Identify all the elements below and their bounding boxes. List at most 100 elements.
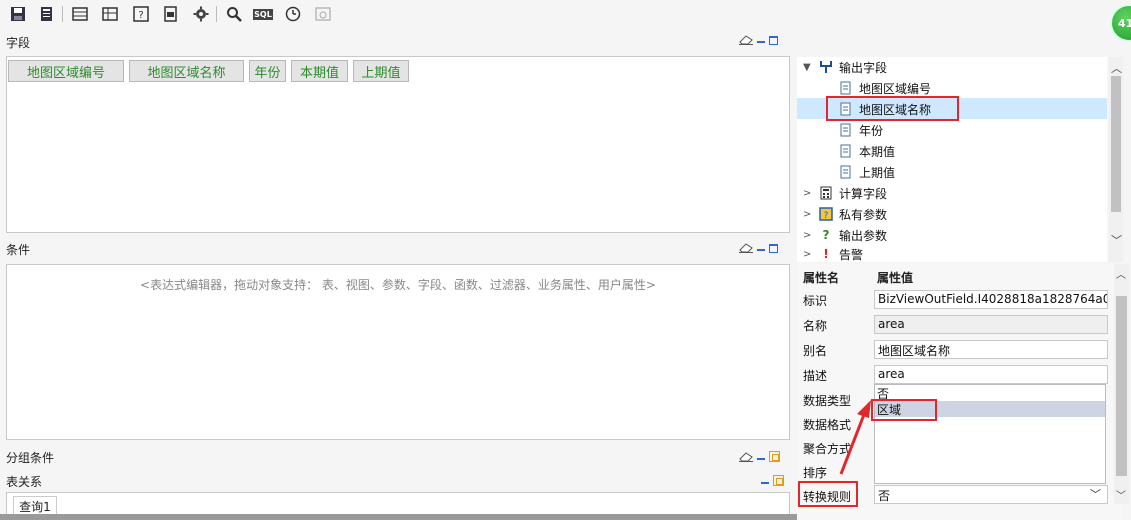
gear-icon[interactable] <box>191 4 211 24</box>
field-chip-year[interactable]: 年份 <box>249 60 286 82</box>
group-section-title: 分组条件 <box>6 451 55 465</box>
chevron-up-icon[interactable]: ︿ <box>1111 60 1122 76</box>
maximize-icon[interactable] <box>769 35 778 45</box>
save-icon[interactable] <box>8 4 28 24</box>
eraser-icon[interactable] <box>739 243 753 253</box>
tree-node-output-fields[interactable]: 输出字段 <box>819 57 887 77</box>
relation-section-controls <box>761 475 784 486</box>
highlight-box <box>826 96 959 121</box>
relation-panel <box>6 492 790 514</box>
eraser-icon[interactable] <box>739 35 753 45</box>
save-as-icon[interactable] <box>37 4 57 24</box>
prop-label-alias: 别名 <box>803 344 828 358</box>
expression-editor-hint: <表达式编辑器，拖动对象支持： 表、视图、参数、字段、函数、过滤器、业务属性、用… <box>140 278 656 292</box>
chevron-right-icon[interactable]: > <box>803 225 813 245</box>
chevron-down-icon[interactable]: ﹀ <box>1111 232 1122 248</box>
chevron-right-icon[interactable]: > <box>803 183 813 203</box>
bottom-tab-strip <box>0 514 797 520</box>
tab-query1[interactable]: 查询1 <box>13 496 57 516</box>
svg-text:?: ? <box>138 10 143 21</box>
minimize-icon[interactable] <box>757 457 765 460</box>
field-icon <box>840 123 851 137</box>
tree-node-computed-fields[interactable]: 计算字段 <box>819 183 887 203</box>
tree-scroll-thumb[interactable] <box>1111 76 1121 212</box>
annotation-arrow-icon <box>839 400 871 475</box>
restore-icon[interactable] <box>769 451 780 462</box>
tree-node-label: 私有参数 <box>839 207 888 222</box>
tree-node-label: 地图区域编号 <box>859 81 932 96</box>
eraser-icon[interactable] <box>739 451 753 462</box>
prop-label-id: 标识 <box>803 294 828 308</box>
tree-node-label: 计算字段 <box>839 186 888 201</box>
prop-label-name: 名称 <box>803 319 828 333</box>
fields-panel[interactable] <box>6 56 790 233</box>
tree-node-area-code[interactable]: 地图区域编号 <box>839 78 931 98</box>
output-fields-icon <box>820 61 832 73</box>
sql-icon[interactable]: SQL <box>253 4 273 24</box>
relation-section-title: 表关系 <box>6 475 43 489</box>
prop-alias-field[interactable]: 地图区域名称 <box>874 340 1108 359</box>
grid-icon[interactable] <box>100 4 120 24</box>
conversion-rule-select[interactable]: 否 <box>874 485 1108 504</box>
props-header-value: 属性值 <box>877 271 914 285</box>
search-icon[interactable] <box>224 4 244 24</box>
field-chip-area-name[interactable]: 地图区域名称 <box>129 60 244 82</box>
tree-node-label: 年份 <box>859 123 884 138</box>
field-chip-area-code[interactable]: 地图区域编号 <box>8 60 124 82</box>
chevron-right-icon[interactable]: > <box>803 204 813 224</box>
highlight-box <box>798 481 858 507</box>
export-icon[interactable] <box>161 4 181 24</box>
tree-node-private-params[interactable]: ? 私有参数 <box>819 204 887 224</box>
calculator-icon <box>820 186 832 200</box>
field-chip-current-value[interactable]: 本期值 <box>291 60 348 82</box>
tree-node-label: 上期值 <box>859 165 896 180</box>
tree-node-output-params[interactable]: ? 输出参数 <box>819 225 888 245</box>
maximize-icon[interactable] <box>769 243 778 253</box>
tree-node-previous-value[interactable]: 上期值 <box>839 162 895 182</box>
table-icon[interactable] <box>70 4 90 24</box>
prop-name-field: area <box>874 315 1108 334</box>
fields-section-title: 字段 <box>6 36 31 50</box>
fields-section-controls <box>739 35 778 45</box>
clock-icon[interactable] <box>283 4 303 24</box>
field-icon <box>840 81 851 95</box>
prop-description-field[interactable]: area <box>874 365 1108 384</box>
field-icon <box>840 144 851 158</box>
props-scroll-thumb[interactable] <box>1116 296 1127 476</box>
tree-node-current-value[interactable]: 本期值 <box>839 141 895 161</box>
tree-node-label: 告警 <box>839 247 864 262</box>
group-section-controls <box>739 451 780 462</box>
conversion-rule-value: 否 <box>878 489 891 503</box>
svg-text:?: ? <box>824 211 829 221</box>
prop-label-description: 描述 <box>803 369 828 383</box>
chevron-down-icon[interactable]: ﹀ <box>1090 486 1101 502</box>
alert-icon: ! <box>823 247 829 261</box>
restore-icon[interactable] <box>773 475 784 486</box>
settings-disabled-icon[interactable] <box>313 4 333 24</box>
props-header-name: 属性名 <box>803 271 840 285</box>
sql-label: SQL <box>253 8 273 20</box>
chevron-right-icon[interactable]: > <box>803 246 813 262</box>
conditions-section-title: 条件 <box>6 243 31 257</box>
tree-node-year[interactable]: 年份 <box>839 120 883 140</box>
field-icon <box>840 165 851 179</box>
question-icon: ? <box>822 228 830 242</box>
minimize-icon[interactable] <box>757 249 765 251</box>
chevron-up-icon[interactable]: ︿ <box>1116 266 1126 281</box>
tree-node-alerts[interactable]: ! 告警 <box>819 246 863 262</box>
minimize-icon[interactable] <box>757 41 765 43</box>
minimize-icon[interactable] <box>761 481 769 484</box>
prop-id-field[interactable]: BizViewOutField.I4028818a1828764a01 <box>874 290 1108 309</box>
toolbar: ? SQL 41 <box>0 0 1131 42</box>
tree-node-label: 输出参数 <box>839 228 888 243</box>
chevron-down-icon[interactable]: ▼ <box>803 57 813 77</box>
highlight-box <box>871 399 937 421</box>
prop-label-sort: 排序 <box>803 466 828 480</box>
help-query-icon[interactable]: ? <box>131 4 151 24</box>
tree-node-label: 本期值 <box>859 144 896 159</box>
notification-badge[interactable]: 41 <box>1110 4 1131 42</box>
chevron-down-icon[interactable]: ﹀ <box>1116 487 1126 502</box>
badge-count: 41 <box>1118 16 1131 30</box>
field-chip-previous-value[interactable]: 上期值 <box>353 60 409 82</box>
param-icon: ? <box>819 207 833 221</box>
